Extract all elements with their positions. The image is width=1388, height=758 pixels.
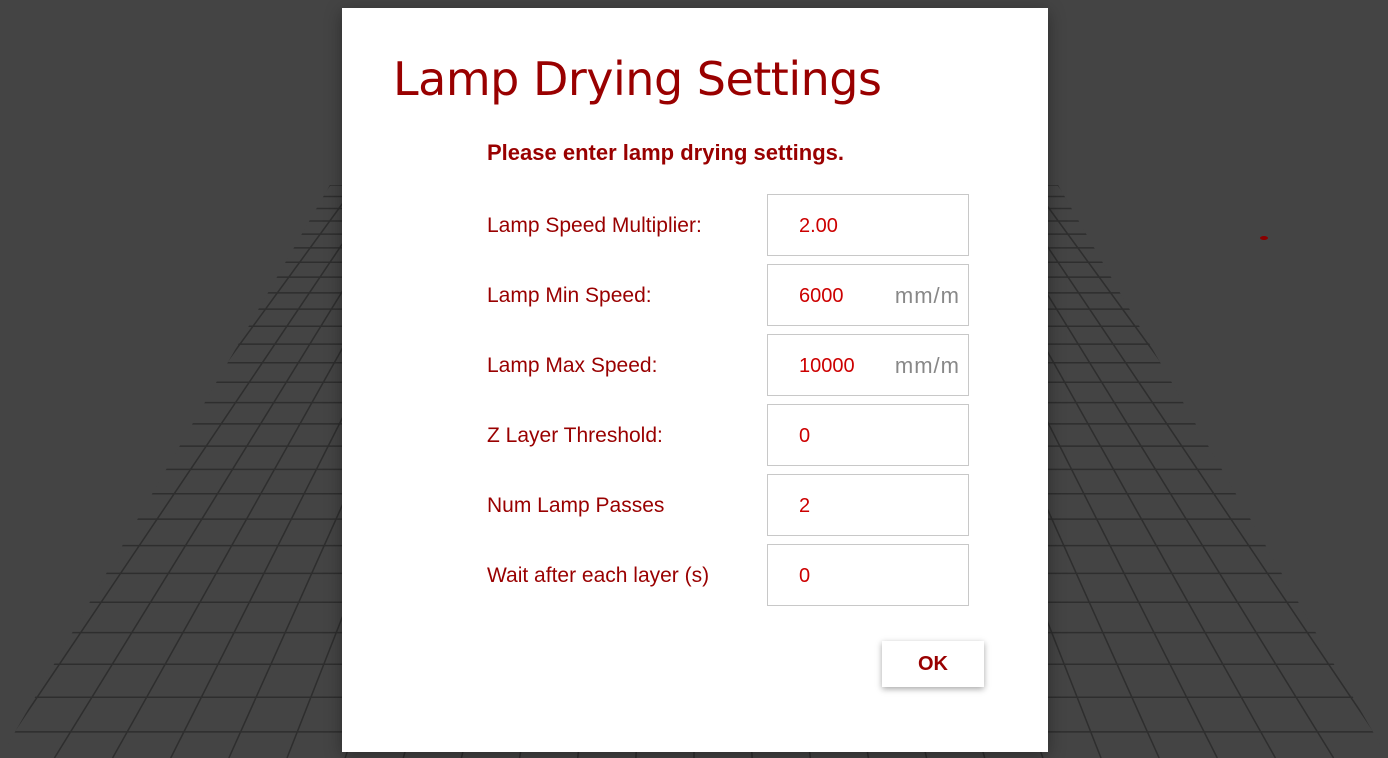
lamp-speed-multiplier-input[interactable]: 2.00 [767,194,969,256]
lamp-max-speed-unit: mm/m [894,353,960,378]
field-row-wait-after-layer: Wait after each layer (s) 0 [487,544,972,608]
ok-button[interactable]: OK [882,641,984,687]
dialog-title: Lamp Drying Settings [393,52,882,106]
field-row-lamp-min-speed: Lamp Min Speed: 6000 mm/m [487,264,972,328]
z-layer-threshold-label: Z Layer Threshold: [487,424,663,447]
field-row-num-lamp-passes: Num Lamp Passes 2 [487,474,972,538]
lamp-speed-multiplier-value: 2.00 [799,215,838,237]
wait-after-layer-value: 0 [799,565,811,587]
z-layer-threshold-input[interactable]: 0 [767,404,969,466]
field-row-z-layer-threshold: Z Layer Threshold: 0 [487,404,972,468]
lamp-min-speed-value: 6000 [799,285,844,307]
lamp-min-speed-input[interactable]: 6000 mm/m [767,264,969,326]
field-row-lamp-max-speed: Lamp Max Speed: 10000 mm/m [487,334,972,398]
lamp-max-speed-value: 10000 [799,355,855,377]
field-row-lamp-speed-multiplier: Lamp Speed Multiplier: 2.00 [487,194,972,258]
z-layer-threshold-value: 0 [799,425,811,447]
bed-marker [1260,236,1268,240]
lamp-min-speed-label: Lamp Min Speed: [487,284,652,307]
num-lamp-passes-label: Num Lamp Passes [487,494,665,517]
lamp-max-speed-input[interactable]: 10000 mm/m [767,334,969,396]
lamp-speed-multiplier-label: Lamp Speed Multiplier: [487,214,702,237]
num-lamp-passes-value: 2 [799,495,811,517]
lamp-min-speed-unit: mm/m [894,283,960,308]
lamp-max-speed-label: Lamp Max Speed: [487,354,658,377]
num-lamp-passes-input[interactable]: 2 [767,474,969,536]
wait-after-layer-input[interactable]: 0 [767,544,969,606]
wait-after-layer-label: Wait after each layer (s) [487,564,710,587]
lamp-drying-dialog: Lamp Drying Settings Please enter lamp d… [342,8,1048,752]
dialog-subtitle: Please enter lamp drying settings. [487,140,845,165]
